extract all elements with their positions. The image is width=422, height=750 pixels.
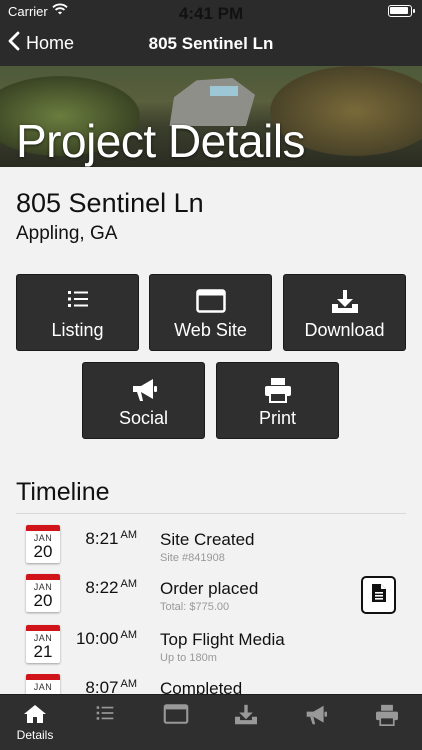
- timeline-item: JAN 20 8:22 AM Order placed Total: $775.0…: [0, 574, 422, 626]
- timeline-item: JAN 8:07 AM Completed: [0, 674, 422, 694]
- hero-photo-pool: [210, 86, 238, 96]
- back-button[interactable]: Home: [8, 31, 74, 56]
- list-icon: [70, 704, 140, 722]
- divider: [16, 513, 406, 514]
- tab-social[interactable]: [281, 695, 351, 750]
- event-time-value: 8:21: [85, 529, 119, 548]
- address-line-2: Appling, GA: [16, 223, 118, 244]
- hero-banner: Project Details: [0, 66, 422, 167]
- download-tray-icon: [211, 704, 281, 726]
- event-time: 8:21 AM: [85, 529, 137, 549]
- social-button-label: Social: [118, 408, 169, 428]
- event-title: Completed: [160, 679, 243, 694]
- tab-listing[interactable]: [70, 695, 140, 750]
- home-icon: [0, 704, 70, 724]
- web-site-button-label: Web Site: [174, 320, 247, 340]
- navigation-bar: Home 805 Sentinel Ln: [0, 22, 422, 66]
- print-button[interactable]: Print: [216, 362, 339, 439]
- event-title: Order placed: [160, 579, 259, 598]
- calendar-icon: JAN 20: [26, 574, 60, 612]
- megaphone-icon: [281, 704, 351, 726]
- page-title: Project Details: [16, 115, 306, 167]
- printer-icon: [217, 377, 338, 403]
- calendar-day: 21: [33, 642, 53, 661]
- invoice-document-button[interactable]: [361, 576, 396, 614]
- calendar-icon: JAN 21: [26, 625, 60, 663]
- back-button-label: Home: [26, 33, 75, 53]
- event-title: Site Created: [160, 530, 255, 549]
- event-time-value: 8:07: [85, 678, 119, 694]
- calendar-month: JAN: [33, 682, 53, 692]
- timeline-item: JAN 21 10:00 AM Top Flight Media Up to 18…: [0, 625, 422, 677]
- event-time: 8:07 AM: [85, 678, 137, 694]
- tab-web-site[interactable]: [141, 695, 211, 750]
- event-time-ampm: AM: [120, 629, 138, 641]
- tab-details-label: Details: [16, 728, 54, 742]
- social-button[interactable]: Social: [82, 362, 205, 439]
- listing-button[interactable]: Listing: [16, 274, 139, 351]
- calendar-day: 20: [33, 542, 53, 561]
- event-subtitle: Total: $775.00: [160, 601, 230, 613]
- browser-window-icon: [150, 289, 271, 313]
- tab-download[interactable]: [211, 695, 281, 750]
- timeline-heading: Timeline: [16, 478, 110, 506]
- event-subtitle: Site #841908: [160, 552, 225, 564]
- tab-print[interactable]: [352, 695, 422, 750]
- event-time-ampm: AM: [120, 529, 138, 541]
- calendar-icon: JAN 20: [26, 525, 60, 563]
- browser-window-icon: [141, 704, 211, 724]
- address-line-1: 805 Sentinel Ln: [16, 188, 204, 218]
- timeline-item: JAN 20 8:21 AM Site Created Site #841908: [0, 525, 422, 577]
- web-site-button[interactable]: Web Site: [149, 274, 272, 351]
- event-time-value: 8:22: [85, 578, 119, 597]
- list-icon: [17, 289, 138, 309]
- event-time: 10:00 AM: [76, 629, 137, 649]
- status-time: 4:41 PM: [178, 4, 244, 23]
- listing-button-label: Listing: [51, 320, 104, 340]
- battery-icon: [388, 5, 415, 17]
- megaphone-icon: [83, 377, 204, 403]
- tab-details[interactable]: Details: [0, 695, 70, 750]
- print-button-label: Print: [258, 408, 296, 428]
- tab-bar: Details: [0, 694, 422, 750]
- document-icon: [371, 583, 387, 608]
- download-button[interactable]: Download: [283, 274, 406, 351]
- event-time-ampm: AM: [120, 678, 138, 690]
- event-title: Top Flight Media: [160, 630, 285, 649]
- download-tray-icon: [284, 289, 405, 315]
- event-subtitle: Up to 180m: [160, 652, 217, 664]
- calendar-icon: JAN: [26, 674, 60, 694]
- calendar-day: 20: [33, 591, 53, 610]
- status-bar: Carrier 4:41 PM: [0, 0, 422, 23]
- download-button-label: Download: [304, 320, 385, 340]
- event-time: 8:22 AM: [85, 578, 137, 598]
- event-time-ampm: AM: [120, 578, 138, 590]
- chevron-left-icon: [8, 31, 20, 56]
- event-time-value: 10:00: [75, 629, 119, 648]
- printer-icon: [352, 704, 422, 726]
